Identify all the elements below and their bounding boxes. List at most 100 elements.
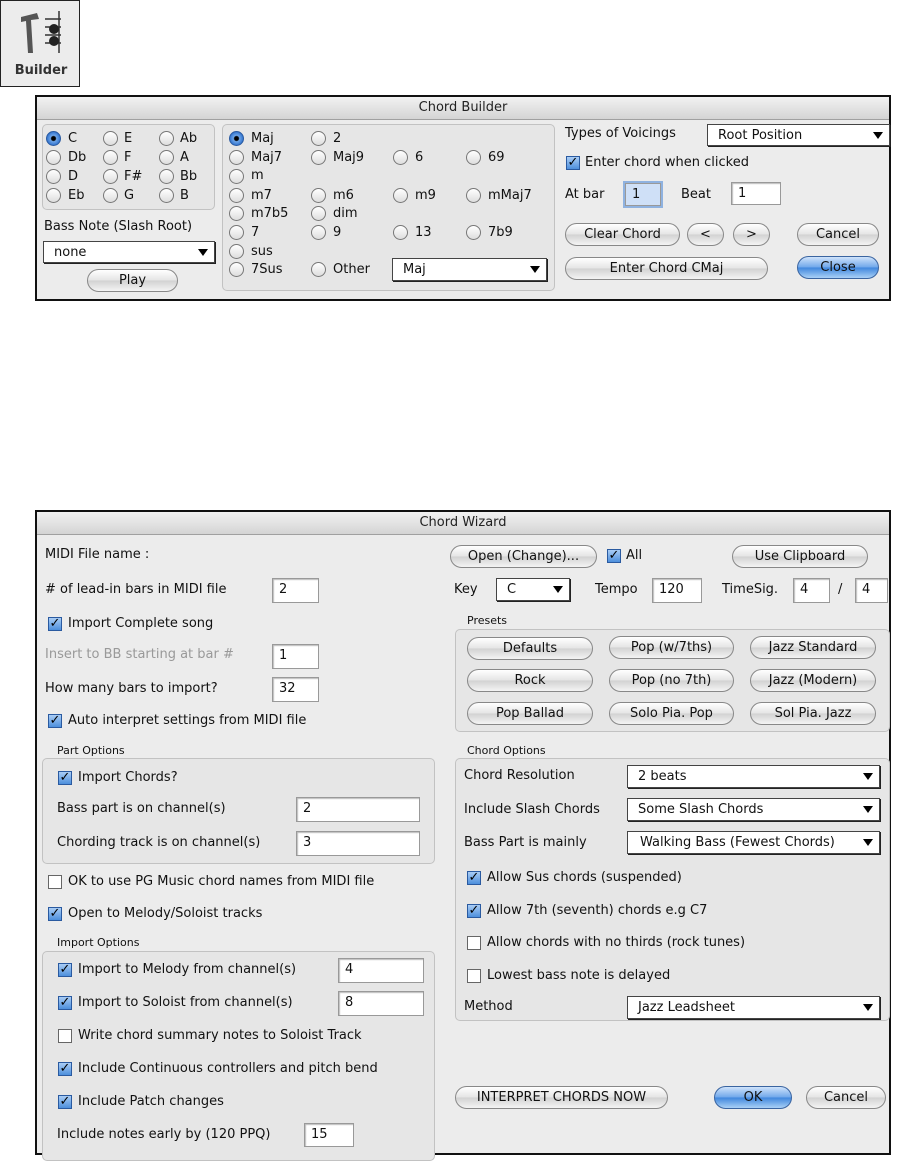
type-radio-2[interactable] (311, 131, 326, 146)
root-radio-d[interactable] (46, 169, 61, 184)
cancel-button[interactable]: Cancel (806, 1086, 886, 1109)
method-select[interactable]: Jazz Leadsheet (627, 996, 880, 1019)
root-radio-c[interactable] (46, 131, 61, 146)
root-radio-a[interactable] (159, 150, 174, 165)
type-radio-69[interactable] (466, 150, 481, 165)
preset-pop-ballad-button[interactable]: Pop Ballad (467, 702, 593, 725)
play-button[interactable]: Play (87, 269, 178, 292)
type-radio-maj[interactable] (229, 131, 244, 146)
slash-chords-select[interactable]: Some Slash Chords (627, 798, 880, 821)
open-change-button[interactable]: Open (Change)... (450, 545, 597, 568)
all-checkbox[interactable]: ✓ (607, 549, 621, 563)
key-select[interactable]: C (496, 578, 570, 601)
type-radio-m7[interactable] (229, 188, 244, 203)
soloist-channel-input[interactable]: 8 (338, 991, 424, 1016)
timesig-numerator-input[interactable]: 4 (793, 578, 830, 603)
previous-button[interactable]: < (687, 223, 724, 246)
enter-chord-button[interactable]: Enter Chord CMaj (565, 257, 768, 280)
import-chords-checkbox[interactable]: ✓ (58, 771, 72, 785)
early-label: Include notes early by (120 PPQ) (57, 1127, 271, 1142)
preset-jazz-standard-button[interactable]: Jazz Standard (750, 636, 876, 659)
type-radio-7b9[interactable] (466, 225, 481, 240)
root-label: A (180, 150, 189, 165)
early-input[interactable]: 15 (304, 1123, 354, 1147)
bass-mainly-select[interactable]: Walking Bass (Fewest Chords) (627, 831, 880, 854)
root-radio-f[interactable] (103, 150, 118, 165)
type-radio-13[interactable] (393, 225, 408, 240)
enter-when-clicked-checkbox[interactable]: ✓ (566, 156, 580, 170)
root-radio-e[interactable] (103, 131, 118, 146)
open-melody-checkbox[interactable]: ✓ (48, 907, 62, 921)
import-complete-checkbox[interactable]: ✓ (48, 617, 62, 631)
clear-chord-button[interactable]: Clear Chord (565, 223, 680, 246)
type-radio-m7b5[interactable] (229, 206, 244, 221)
no-thirds-checkbox[interactable] (467, 936, 481, 950)
import-melody-checkbox[interactable]: ✓ (58, 963, 72, 977)
preset-solo-piano-jazz-button[interactable]: Sol Pia. Jazz (750, 702, 876, 725)
at-bar-input[interactable]: 1 (625, 183, 661, 206)
allow-sus-checkbox[interactable]: ✓ (467, 871, 481, 885)
preset-jazz-modern-button[interactable]: Jazz (Modern) (750, 669, 876, 692)
interpret-chords-button[interactable]: INTERPRET CHORDS NOW (455, 1086, 668, 1109)
root-radio-g[interactable] (103, 188, 118, 203)
import-soloist-checkbox[interactable]: ✓ (58, 996, 72, 1010)
root-radio-db[interactable] (46, 150, 61, 165)
controllers-checkbox[interactable]: ✓ (58, 1062, 72, 1076)
preset-pop-7ths-button[interactable]: Pop (w/7ths) (609, 636, 734, 659)
next-button[interactable]: > (733, 223, 770, 246)
voicings-select[interactable]: Root Position (707, 124, 890, 146)
preset-solo-piano-pop-button[interactable]: Solo Pia. Pop (609, 702, 734, 725)
patch-checkbox[interactable]: ✓ (58, 1095, 72, 1109)
type-radio-m6[interactable] (311, 188, 326, 203)
chording-channel-input[interactable]: 3 (296, 831, 420, 856)
slash-chords-label: Include Slash Chords (464, 802, 600, 817)
type-radio-other[interactable] (311, 262, 326, 277)
bass-channel-input[interactable]: 2 (296, 797, 420, 822)
timesig-denominator-input[interactable]: 4 (855, 578, 888, 603)
leadin-input[interactable]: 2 (272, 578, 319, 603)
bars-input[interactable]: 32 (272, 677, 319, 702)
dialog-title: Chord Builder (37, 97, 889, 120)
pg-names-checkbox[interactable] (48, 875, 62, 889)
cancel-button[interactable]: Cancel (797, 223, 879, 246)
type-radio-m[interactable] (229, 169, 244, 184)
type-radio-sus[interactable] (229, 244, 244, 259)
resolution-select[interactable]: 2 beats (627, 765, 880, 788)
root-radio-ab[interactable] (159, 131, 174, 146)
type-label: m6 (333, 188, 354, 203)
preset-defaults-button[interactable]: Defaults (467, 637, 593, 660)
ok-button[interactable]: OK (714, 1086, 792, 1109)
root-radio-b[interactable] (159, 188, 174, 203)
use-clipboard-button[interactable]: Use Clipboard (732, 545, 868, 568)
other-type-select[interactable]: Maj (392, 258, 547, 281)
melody-channel-input[interactable]: 4 (338, 958, 424, 983)
auto-interpret-checkbox[interactable]: ✓ (48, 714, 62, 728)
type-radio-mmaj7[interactable] (466, 188, 481, 203)
insert-input[interactable]: 1 (272, 644, 319, 669)
type-radio-7sus[interactable] (229, 262, 244, 277)
bass-note-select[interactable]: none (43, 241, 215, 263)
beat-input[interactable]: 1 (731, 182, 781, 205)
builder-toolbar-button[interactable]: Builder (0, 0, 80, 87)
type-radio-m9[interactable] (393, 188, 408, 203)
insert-label: Insert to BB starting at bar # (45, 647, 234, 662)
type-radio-maj9[interactable] (311, 150, 326, 165)
close-button[interactable]: Close (797, 256, 879, 279)
lowest-bass-checkbox[interactable] (467, 969, 481, 983)
preset-rock-button[interactable]: Rock (467, 669, 593, 692)
type-radio-6[interactable] (393, 150, 408, 165)
summary-checkbox[interactable] (58, 1029, 72, 1043)
type-radio-7[interactable] (229, 225, 244, 240)
type-radio-maj7[interactable] (229, 150, 244, 165)
preset-pop-no7th-button[interactable]: Pop (no 7th) (609, 669, 734, 692)
root-radio-eb[interactable] (46, 188, 61, 203)
root-radio-fsharp[interactable] (103, 169, 118, 184)
type-radio-9[interactable] (311, 225, 326, 240)
voicings-label: Types of Voicings (565, 126, 676, 141)
root-radio-bb[interactable] (159, 169, 174, 184)
summary-label: Write chord summary notes to Soloist Tra… (78, 1028, 362, 1043)
tempo-input[interactable]: 120 (652, 578, 702, 603)
allow-7th-checkbox[interactable]: ✓ (467, 904, 481, 918)
type-label: m7 (251, 188, 272, 203)
type-radio-dim[interactable] (311, 206, 326, 221)
